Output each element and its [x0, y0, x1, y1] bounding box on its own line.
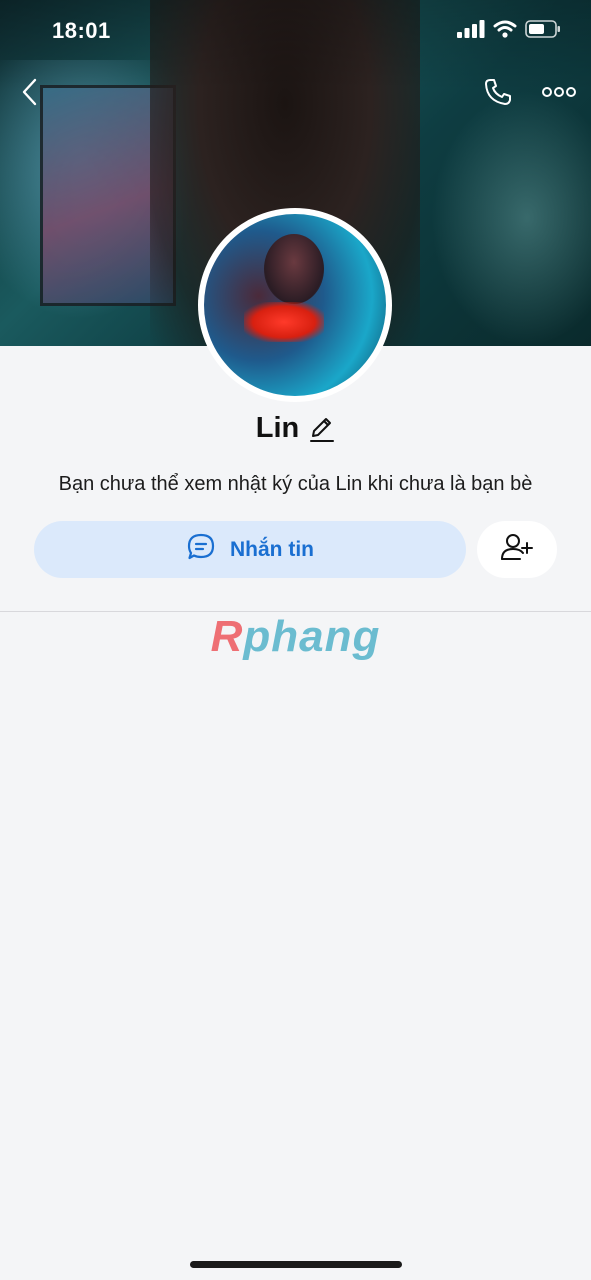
avatar[interactable] [198, 208, 392, 402]
back-button[interactable] [12, 76, 46, 112]
message-button-label: Nhắn tin [230, 537, 314, 561]
chat-bubble-icon [186, 532, 216, 567]
home-indicator [190, 1261, 402, 1268]
wifi-icon [493, 20, 517, 43]
profile-name: Lin [255, 412, 300, 444]
watermark-text: phang [243, 612, 381, 661]
more-options-button[interactable] [540, 78, 578, 110]
privacy-notice: Bạn chưa thể xem nhật ký của Lin khi chư… [58, 473, 533, 495]
status-bar: 18:01 [0, 0, 591, 64]
avatar-image [204, 214, 386, 396]
watermark-logo: Rphang [0, 612, 591, 662]
watermark-letter: R [210, 612, 244, 661]
add-friend-button[interactable] [477, 521, 557, 578]
battery-icon [525, 20, 561, 43]
signal-icon [457, 20, 485, 43]
status-time: 18:01 [52, 18, 111, 43]
chevron-left-icon [20, 78, 38, 111]
call-button[interactable] [480, 76, 516, 112]
more-dots-icon [542, 85, 576, 103]
message-button[interactable]: Nhắn tin [34, 521, 466, 578]
status-icons [457, 20, 561, 43]
pencil-icon[interactable] [309, 415, 335, 443]
profile-name-row: Lin [0, 412, 591, 445]
phone-icon [483, 77, 513, 112]
add-friend-icon [500, 532, 534, 567]
